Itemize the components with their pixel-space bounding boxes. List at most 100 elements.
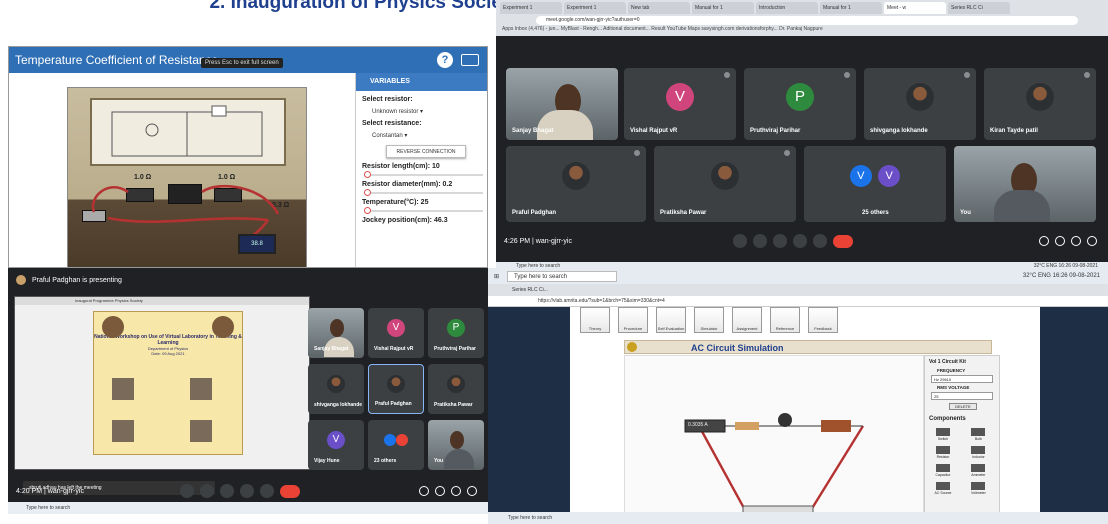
chat-icon[interactable]	[1071, 236, 1081, 246]
taskbar-system-tray: 32°C ENG 16:26 09-08-2021	[1022, 273, 1100, 279]
participant-tile[interactable]: V Vijay Hune	[308, 420, 364, 470]
participant-tile[interactable]: Pratiksha Pawar	[428, 364, 484, 414]
browser-tab[interactable]: New tab	[628, 2, 690, 14]
mic-icon[interactable]	[180, 484, 195, 498]
avatar	[562, 162, 590, 191]
participant-tile[interactable]: shivganga lokhande	[864, 68, 976, 140]
nav-procedure[interactable]: Procedure	[618, 307, 648, 333]
nav-assignment[interactable]: Assignment	[732, 307, 762, 333]
delete-button[interactable]: DELETE	[949, 403, 977, 410]
participant-tile[interactable]: shivganga lokhande	[308, 364, 364, 414]
resistor-select[interactable]: Unknown resistor ▾	[372, 108, 487, 115]
avatar	[387, 375, 405, 394]
participant-tile[interactable]: V Vishal Rajput vR	[368, 308, 424, 358]
participant-tile[interactable]: P Pruthviraj Parihar	[428, 308, 484, 358]
browser-tab[interactable]: Manual for 1	[820, 2, 882, 14]
participant-tile[interactable]: P Pruthviraj Parihar	[744, 68, 856, 140]
slider-handle[interactable]	[364, 189, 371, 196]
component-capacitor[interactable]: Capacitor	[927, 464, 959, 477]
more-icon[interactable]	[812, 234, 827, 248]
people-icon[interactable]	[1055, 236, 1065, 246]
participant-tile[interactable]: Praful Padghan	[506, 146, 646, 222]
temperature-slider[interactable]	[364, 207, 483, 214]
windows-start-icon[interactable]: ⊞	[494, 273, 499, 280]
nav-self-evaluation[interactable]: Self Evaluation	[656, 307, 686, 333]
present-icon[interactable]	[240, 484, 255, 498]
activities-icon[interactable]	[467, 486, 477, 496]
component-ammeter[interactable]: Ammeter	[962, 464, 994, 477]
frequency-input[interactable]: Hz 29610	[931, 375, 993, 383]
diameter-slider[interactable]	[364, 189, 483, 196]
activities-icon[interactable]	[1087, 236, 1097, 246]
mic-off-icon	[844, 72, 850, 78]
toggle-icon[interactable]	[461, 54, 479, 66]
participant-tile-speaking[interactable]: Praful Padghan	[368, 364, 424, 414]
participant-tile[interactable]: Pratiksha Pawar	[654, 146, 796, 222]
browser-tab[interactable]: Experiment 1	[564, 2, 626, 14]
more-icon[interactable]	[260, 484, 275, 498]
participant-tile[interactable]: Kiran Tayde patil	[984, 68, 1096, 140]
component-inductor[interactable]: Inductor	[962, 446, 994, 459]
poster-date: Date: 09 Aug 2021	[151, 351, 185, 356]
length-slider[interactable]	[364, 171, 483, 178]
camera-icon[interactable]	[752, 234, 767, 248]
resistor-select-value: Unknown resistor	[372, 109, 419, 115]
browser-tab[interactable]: Series RLC Ci	[948, 2, 1010, 14]
ammeter-readout: 0.3035 A	[688, 422, 708, 428]
present-icon[interactable]	[792, 234, 807, 248]
participant-tile-group[interactable]: V V 25 others	[804, 146, 946, 222]
component-voltmeter[interactable]: Voltmeter	[962, 482, 994, 495]
component-switch[interactable]: Switch	[927, 428, 959, 441]
voltage-input[interactable]: 25	[931, 392, 993, 400]
bookmarks-bar[interactable]: Apps Inbox (4,476) - jun... MyBlast - Re…	[496, 25, 1108, 34]
component-resistor[interactable]: Resistor	[927, 446, 959, 459]
taskbar-search[interactable]: Type here to search	[507, 270, 618, 282]
nav-simulator[interactable]: Simulator	[694, 307, 724, 333]
component-bulb[interactable]: Bulb	[962, 428, 994, 441]
camera-icon[interactable]	[200, 484, 215, 498]
chat-icon[interactable]	[451, 486, 461, 496]
browser-tab[interactable]: Introduction	[756, 2, 818, 14]
info-icon[interactable]	[1039, 236, 1049, 246]
address-bar[interactable]: meet.google.com/wan-gjrr-yic?authuser=0	[536, 16, 1078, 25]
mic-icon[interactable]	[732, 234, 747, 248]
nav-theory[interactable]: Theory	[580, 307, 610, 333]
resistance-select[interactable]: Constantan ▾	[372, 132, 487, 139]
slider-handle[interactable]	[364, 207, 371, 214]
browser-tab-active[interactable]: Meet - w	[884, 2, 946, 14]
browser-tab[interactable]: Series RLC Ci...	[488, 284, 1108, 296]
people-icon[interactable]	[435, 486, 445, 496]
end-call-button[interactable]	[280, 484, 301, 498]
address-bar[interactable]: https://vlab.amrita.edu/?sub=1&brch=75&s…	[488, 296, 1108, 307]
variables-header[interactable]: VARIABLES	[356, 73, 487, 91]
browser-tab[interactable]: Experiment 1	[500, 2, 562, 14]
participant-tile[interactable]: V Vishal Rajput vR	[624, 68, 736, 140]
self-tile[interactable]: You	[428, 420, 484, 470]
help-icon[interactable]: ?	[437, 52, 453, 68]
info-icon[interactable]	[419, 486, 429, 496]
speaker-photo	[190, 378, 212, 400]
presenting-banner: Praful Padghan is presenting	[8, 268, 488, 292]
circuit-board[interactable]: 0.3035 A	[624, 355, 924, 523]
taskbar-search[interactable]: Type here to search	[26, 505, 70, 511]
captions-icon[interactable]	[220, 484, 235, 498]
reverse-connection-button[interactable]: REVERSE CONNECTION	[386, 145, 466, 158]
participant-tile-group[interactable]: 23 others	[368, 420, 424, 470]
browser-tab[interactable]: Manual for 1	[692, 2, 754, 14]
virtual-lab-page: Theory Procedure Self Evaluation Simulat…	[570, 307, 1040, 524]
nav-reference[interactable]: Reference	[770, 307, 800, 333]
jockey-label: Jockey position(cm): 46.3	[362, 217, 448, 224]
self-tile[interactable]: You	[954, 146, 1096, 222]
component-ac-source[interactable]: AC Source	[927, 482, 959, 495]
mic-off-icon	[634, 150, 640, 156]
slider-handle[interactable]	[364, 171, 371, 178]
participant-tile[interactable]: Sanjay Bhagat	[506, 68, 618, 140]
meeting-time-code: 4:26 PM | wan-gjrr-yic	[504, 237, 572, 245]
participant-tile[interactable]: Sanjay Bhagat	[308, 308, 364, 358]
captions-icon[interactable]	[772, 234, 787, 248]
avatar: P	[786, 82, 814, 111]
end-call-button[interactable]	[832, 234, 853, 248]
nav-feedback[interactable]: Feedback	[808, 307, 838, 333]
participant-name: Vijay Hune	[314, 458, 340, 464]
taskbar-search[interactable]: Type here to search	[508, 515, 552, 521]
